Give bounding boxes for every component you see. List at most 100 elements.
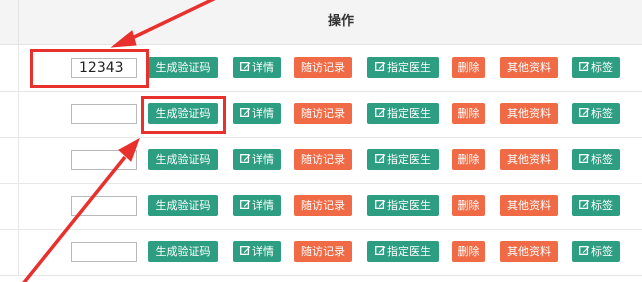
- delete-button[interactable]: 删除: [452, 57, 485, 78]
- row-left-cell: [0, 137, 19, 183]
- delete-button[interactable]: 删除: [452, 149, 485, 170]
- assign-doctor-label: 指定医生: [387, 199, 431, 212]
- verification-code-input[interactable]: [71, 150, 137, 170]
- generate-code-label: 生成验证码: [155, 61, 211, 74]
- assign-doctor-label: 指定医生: [387, 107, 431, 120]
- tag-label: 标签: [591, 245, 613, 258]
- delete-label: 删除: [457, 153, 480, 166]
- verification-code-input[interactable]: [71, 242, 137, 262]
- follow-up-records-button[interactable]: 随访记录: [294, 57, 352, 78]
- assign-doctor-label: 指定医生: [387, 245, 431, 258]
- other-info-label: 其他资料: [507, 107, 551, 120]
- edit-icon: [240, 199, 252, 212]
- row-left-cell: [0, 45, 19, 91]
- details-button[interactable]: 详情: [233, 57, 281, 78]
- details-label: 详情: [252, 61, 274, 74]
- delete-label: 删除: [457, 107, 480, 120]
- follow-up-records-label: 随访记录: [301, 199, 345, 212]
- generate-code-button[interactable]: 生成验证码: [148, 241, 218, 262]
- other-info-button[interactable]: 其他资料: [500, 195, 558, 216]
- follow-up-records-label: 随访记录: [301, 107, 345, 120]
- details-label: 详情: [252, 153, 274, 166]
- annotation-box-code: [30, 49, 149, 88]
- other-info-label: 其他资料: [507, 199, 551, 212]
- other-info-button[interactable]: 其他资料: [500, 57, 558, 78]
- edit-icon: [579, 199, 591, 212]
- assign-doctor-button[interactable]: 指定医生: [367, 57, 439, 78]
- details-button[interactable]: 详情: [233, 241, 281, 262]
- edit-icon: [579, 245, 591, 258]
- edit-icon: [240, 245, 252, 258]
- edit-icon: [579, 61, 591, 74]
- row-left-cell: [0, 183, 19, 229]
- tag-label: 标签: [591, 153, 613, 166]
- other-info-label: 其他资料: [507, 61, 551, 74]
- other-info-button[interactable]: 其他资料: [500, 103, 558, 124]
- follow-up-records-button[interactable]: 随访记录: [294, 149, 352, 170]
- tag-label: 标签: [591, 61, 613, 74]
- edit-icon: [579, 107, 591, 120]
- verification-code-input[interactable]: [71, 196, 137, 216]
- assign-doctor-button[interactable]: 指定医生: [367, 195, 439, 216]
- edit-icon: [375, 107, 387, 120]
- tag-label: 标签: [591, 199, 613, 212]
- tag-button[interactable]: 标签: [572, 103, 620, 124]
- follow-up-records-label: 随访记录: [301, 153, 345, 166]
- generate-code-button[interactable]: 生成验证码: [148, 195, 218, 216]
- tag-button[interactable]: 标签: [572, 149, 620, 170]
- details-label: 详情: [252, 107, 274, 120]
- column-header-operations: 操作: [327, 14, 354, 29]
- delete-button[interactable]: 删除: [452, 195, 485, 216]
- other-info-button[interactable]: 其他资料: [500, 241, 558, 262]
- generate-code-label: 生成验证码: [155, 199, 211, 212]
- details-button[interactable]: 详情: [233, 103, 281, 124]
- edit-icon: [375, 199, 387, 212]
- follow-up-records-button[interactable]: 随访记录: [294, 103, 352, 124]
- tag-button[interactable]: 标签: [572, 57, 620, 78]
- delete-button[interactable]: 删除: [452, 241, 485, 262]
- delete-label: 删除: [457, 199, 480, 212]
- edit-icon: [375, 61, 387, 74]
- edit-icon: [375, 153, 387, 166]
- edit-icon: [240, 107, 252, 120]
- table-row: 生成验证码 详情 随访记录 指定医生 删除 其他资料 标签: [0, 137, 642, 184]
- delete-label: 删除: [457, 61, 480, 74]
- details-label: 详情: [252, 245, 274, 258]
- verification-code-input[interactable]: [71, 104, 137, 124]
- table-row: 生成验证码 详情 随访记录 指定医生 删除 其他资料 标签: [0, 91, 642, 138]
- tag-label: 标签: [591, 107, 613, 120]
- follow-up-records-label: 随访记录: [301, 245, 345, 258]
- table-row: 生成验证码 详情 随访记录 指定医生 删除 其他资料 标签: [0, 229, 642, 276]
- follow-up-records-button[interactable]: 随访记录: [294, 241, 352, 262]
- follow-up-records-label: 随访记录: [301, 61, 345, 74]
- other-info-label: 其他资料: [507, 245, 551, 258]
- row-left-cell: [0, 229, 19, 275]
- annotation-box-generate: [141, 96, 226, 134]
- operations-table: 操作 12343 生成验证码 详情 随访记录 指定医生 删除 其他资料 标签 生成验证码 详情 随访…: [0, 0, 642, 282]
- delete-label: 删除: [457, 245, 480, 258]
- assign-doctor-button[interactable]: 指定医生: [367, 241, 439, 262]
- assign-doctor-button[interactable]: 指定医生: [367, 149, 439, 170]
- assign-doctor-label: 指定医生: [387, 153, 431, 166]
- edit-icon: [375, 245, 387, 258]
- details-label: 详情: [252, 199, 274, 212]
- table-header: 操作: [0, 0, 642, 45]
- other-info-button[interactable]: 其他资料: [500, 149, 558, 170]
- edit-icon: [240, 153, 252, 166]
- details-button[interactable]: 详情: [233, 195, 281, 216]
- generate-code-button[interactable]: 生成验证码: [148, 57, 218, 78]
- follow-up-records-button[interactable]: 随访记录: [294, 195, 352, 216]
- edit-icon: [579, 153, 591, 166]
- assign-doctor-button[interactable]: 指定医生: [367, 103, 439, 124]
- delete-button[interactable]: 删除: [452, 103, 485, 124]
- assign-doctor-label: 指定医生: [387, 61, 431, 74]
- details-button[interactable]: 详情: [233, 149, 281, 170]
- tag-button[interactable]: 标签: [572, 241, 620, 262]
- row-left-cell: [0, 91, 19, 137]
- other-info-label: 其他资料: [507, 153, 551, 166]
- generate-code-label: 生成验证码: [155, 245, 211, 258]
- table-row: 生成验证码 详情 随访记录 指定医生 删除 其他资料 标签: [0, 183, 642, 230]
- generate-code-button[interactable]: 生成验证码: [148, 149, 218, 170]
- edit-icon: [240, 61, 252, 74]
- tag-button[interactable]: 标签: [572, 195, 620, 216]
